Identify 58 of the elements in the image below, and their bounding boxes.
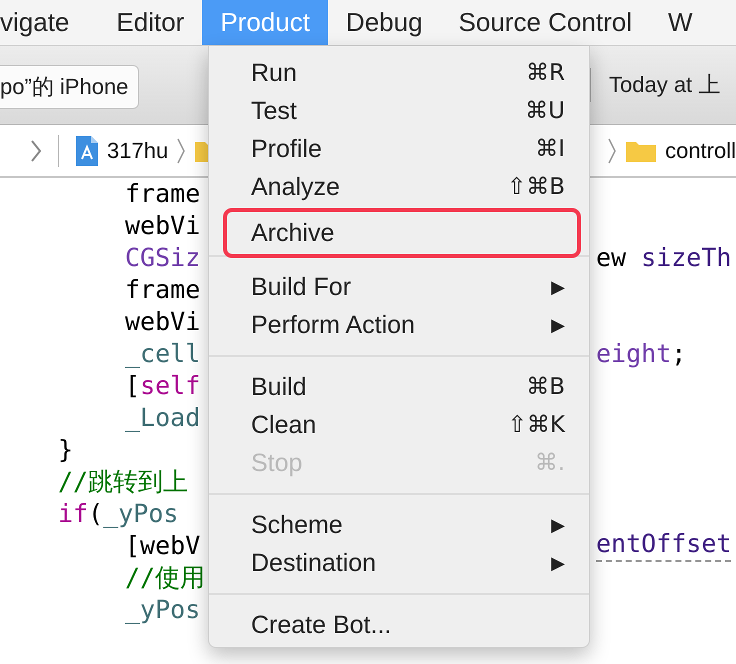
code-token: _yPos	[125, 594, 200, 626]
menu-item[interactable]: Run ⌘R	[209, 54, 589, 92]
code-token: frame	[125, 178, 200, 210]
code-token: sizeTh	[641, 242, 732, 274]
shortcut-label: ⇧⌘K	[508, 412, 565, 438]
code-token: self	[140, 370, 200, 402]
code-token: if	[58, 498, 88, 530]
code-token: eight	[596, 338, 672, 370]
code-token: CGSiz	[125, 242, 200, 274]
activity-status: Today at 上	[609, 71, 720, 99]
code-token: [	[125, 370, 140, 402]
menu-item[interactable]: Clean ⇧⌘K	[209, 406, 589, 444]
code-token: entOffset	[596, 530, 732, 562]
menu-bar-item[interactable]: Debug	[328, 0, 441, 45]
shortcut-label: ⌘.	[534, 450, 565, 476]
breadcrumb-item[interactable]: 317hu	[107, 138, 168, 164]
shortcut-label: ⌘R	[526, 60, 565, 86]
code-token: ;	[671, 338, 686, 370]
menu-item[interactable]: Build For ▶	[209, 268, 589, 306]
menu-bar-item[interactable]: Editor	[98, 0, 202, 45]
menu-item[interactable]: Perform Action ▶	[209, 306, 589, 344]
menu-item[interactable]: Destination ▶	[209, 544, 589, 582]
menu-item[interactable]: Create Bot...	[209, 606, 589, 644]
menu-item[interactable]: Build ⌘B	[209, 368, 589, 406]
code-token: frame	[125, 274, 200, 306]
scheme-destination-button[interactable]: po”的 iPhone	[0, 65, 140, 109]
code-comment: //跳转到上	[58, 466, 188, 498]
code-token: [webV	[125, 530, 200, 562]
code-token: _Load	[125, 402, 200, 434]
chevron-icon	[607, 136, 618, 164]
code-token: webVi	[125, 306, 200, 338]
shortcut-label: ⌘I	[535, 136, 565, 162]
code-token: webVi	[125, 210, 200, 242]
chevron-icon[interactable]	[30, 138, 42, 162]
menu-item[interactable]: Test ⌘U	[209, 92, 589, 130]
code-token: ew	[596, 242, 628, 274]
app-file-icon	[75, 134, 99, 166]
code-token: }	[58, 434, 74, 466]
menu-item[interactable]: Archive	[223, 208, 581, 258]
menu-item[interactable]: Profile ⌘I	[209, 130, 589, 168]
menu-bar-item[interactable]: W	[650, 0, 711, 45]
breadcrumb-item[interactable]: controll	[665, 138, 736, 164]
shortcut-label: ⌘U	[525, 98, 565, 124]
menu-bar-item[interactable]: Source Control	[440, 0, 650, 45]
shortcut-label: ⌘B	[526, 374, 565, 400]
shortcut-label: ⇧⌘B	[506, 174, 565, 200]
code-comment: //使用	[125, 562, 206, 594]
menu-item[interactable]: Analyze ⇧⌘B	[209, 168, 589, 206]
submenu-arrow: ▶	[551, 552, 565, 574]
submenu-arrow: ▶	[551, 514, 565, 536]
menu-bar-item[interactable]: vigate	[0, 0, 90, 45]
code-token: (	[88, 498, 104, 530]
code-token: _cell	[125, 338, 200, 370]
submenu-arrow: ▶	[551, 276, 565, 298]
code-token: _yPos	[103, 498, 178, 530]
submenu-arrow: ▶	[551, 314, 565, 336]
menu-item[interactable]: Scheme ▶	[209, 506, 589, 544]
chevron-icon	[176, 136, 186, 164]
